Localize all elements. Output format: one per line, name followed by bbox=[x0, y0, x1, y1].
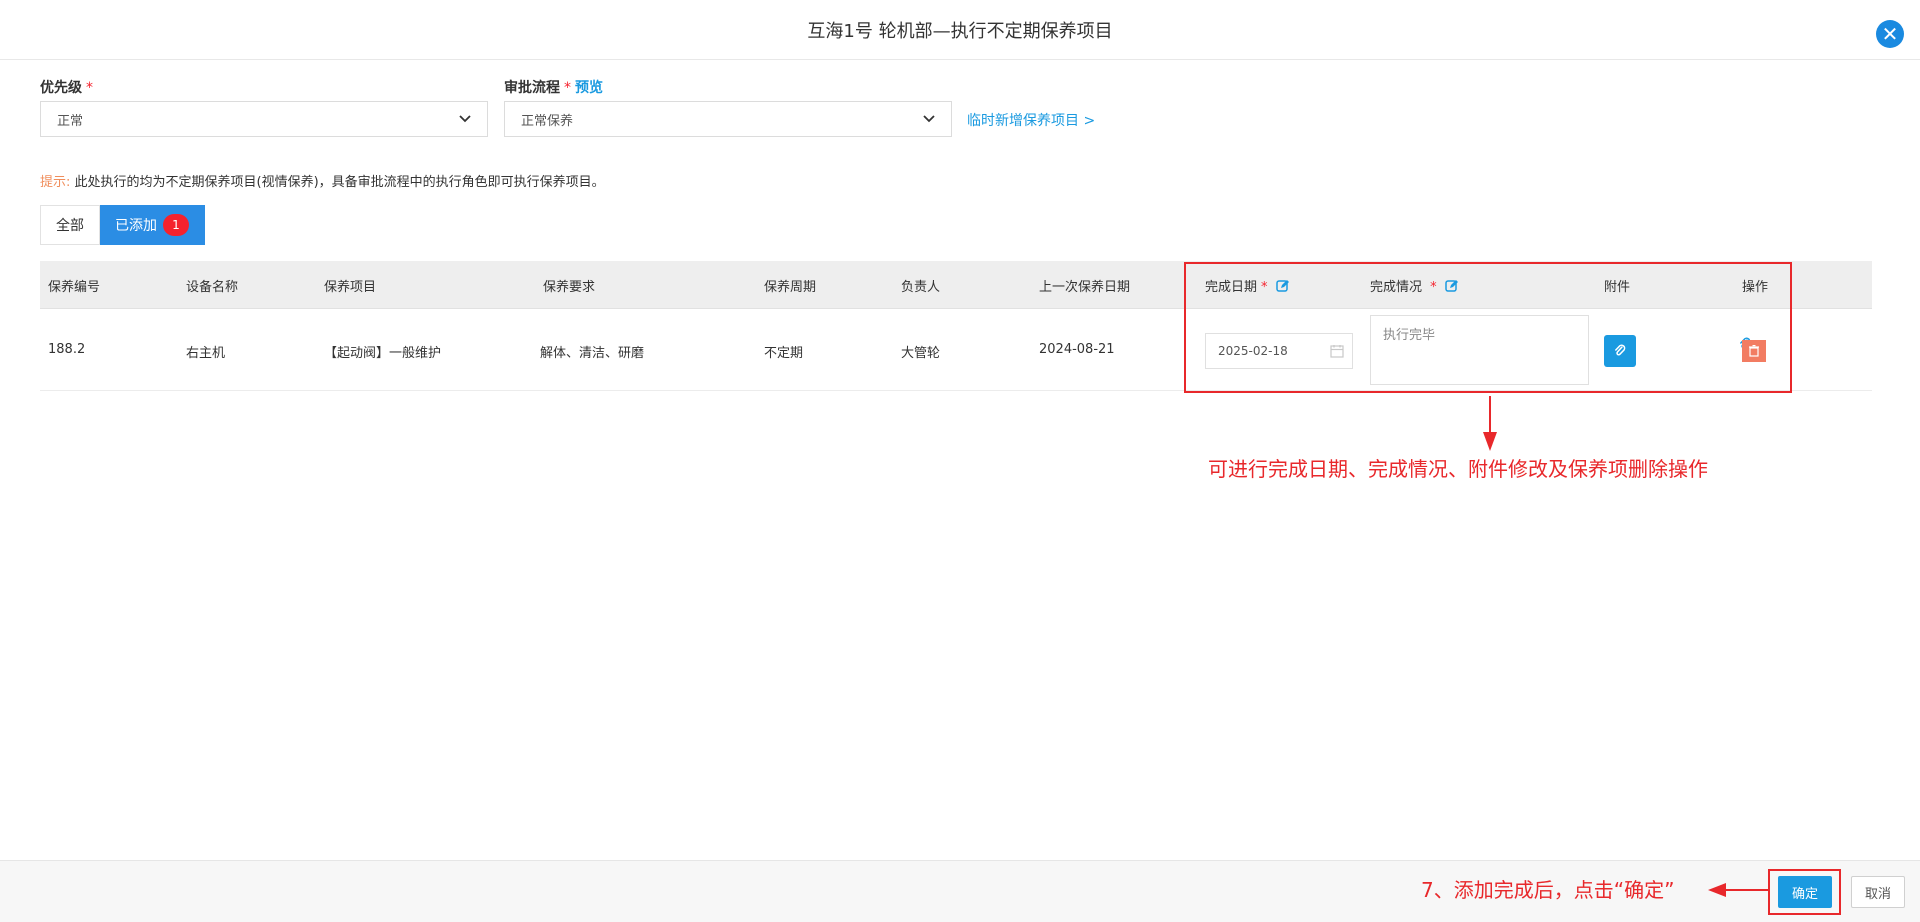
tab-added[interactable]: 已添加 1 bbox=[100, 205, 205, 245]
priority-label: 优先级 * bbox=[40, 80, 93, 96]
cell-item: 【起动阀】一般维护 bbox=[324, 346, 442, 361]
cell-last-date: 2024-08-21 bbox=[1039, 342, 1115, 357]
cell-device: 右主机 bbox=[186, 346, 226, 361]
close-icon: ✕ bbox=[1881, 22, 1899, 46]
tab-all[interactable]: 全部 bbox=[40, 205, 100, 245]
approval-select[interactable]: 正常保养 bbox=[504, 101, 952, 137]
chevron-down-icon bbox=[923, 115, 935, 123]
header-device: 设备名称 bbox=[186, 280, 239, 295]
header-cycle: 保养周期 bbox=[764, 280, 817, 295]
annotation-arrow bbox=[1482, 396, 1498, 452]
annotation-arrow bbox=[1708, 882, 1768, 898]
close-button[interactable]: ✕ bbox=[1876, 20, 1904, 48]
approval-select-value: 正常保养 bbox=[521, 113, 574, 129]
annotation-text-footer: 7、添加完成后，点击“确定” bbox=[1421, 878, 1675, 902]
annotation-text-table: 可进行完成日期、完成情况、附件修改及保养项删除操作 bbox=[1208, 457, 1708, 481]
header-last-date: 上一次保养日期 bbox=[1039, 280, 1131, 295]
dialog-header: 互海1号 轮机部—执行不定期保养项目 bbox=[0, 0, 1920, 60]
confirm-button[interactable]: 确定 bbox=[1778, 876, 1832, 908]
header-code: 保养编号 bbox=[48, 280, 101, 295]
filter-tabs: 全部 已添加 1 bbox=[40, 205, 205, 245]
approval-label: 审批流程 * 预览 bbox=[504, 80, 603, 96]
cell-code: 188.2 bbox=[48, 342, 86, 357]
add-temporary-item-link[interactable]: 临时新增保养项目 > bbox=[967, 110, 1095, 130]
tip-text: 提示: 此处执行的均为不定期保养项目(视情保养)，具备审批流程中的执行角色即可执… bbox=[40, 175, 605, 190]
preview-link[interactable]: 预览 bbox=[575, 80, 603, 96]
cell-owner: 大管轮 bbox=[901, 346, 941, 361]
dialog-title: 互海1号 轮机部—执行不定期保养项目 bbox=[807, 21, 1113, 42]
priority-select-value: 正常 bbox=[57, 113, 84, 129]
count-badge: 1 bbox=[163, 214, 189, 236]
header-item: 保养项目 bbox=[324, 280, 377, 295]
cell-cycle: 不定期 bbox=[764, 346, 804, 361]
chevron-down-icon bbox=[459, 115, 471, 123]
cell-requirement: 解体、清洁、研磨 bbox=[540, 346, 645, 361]
priority-select[interactable]: 正常 bbox=[40, 101, 488, 137]
header-requirement: 保养要求 bbox=[543, 280, 596, 295]
cancel-button[interactable]: 取消 bbox=[1851, 876, 1905, 908]
annotation-highlight-box bbox=[1184, 262, 1792, 393]
header-owner: 负责人 bbox=[901, 280, 941, 295]
